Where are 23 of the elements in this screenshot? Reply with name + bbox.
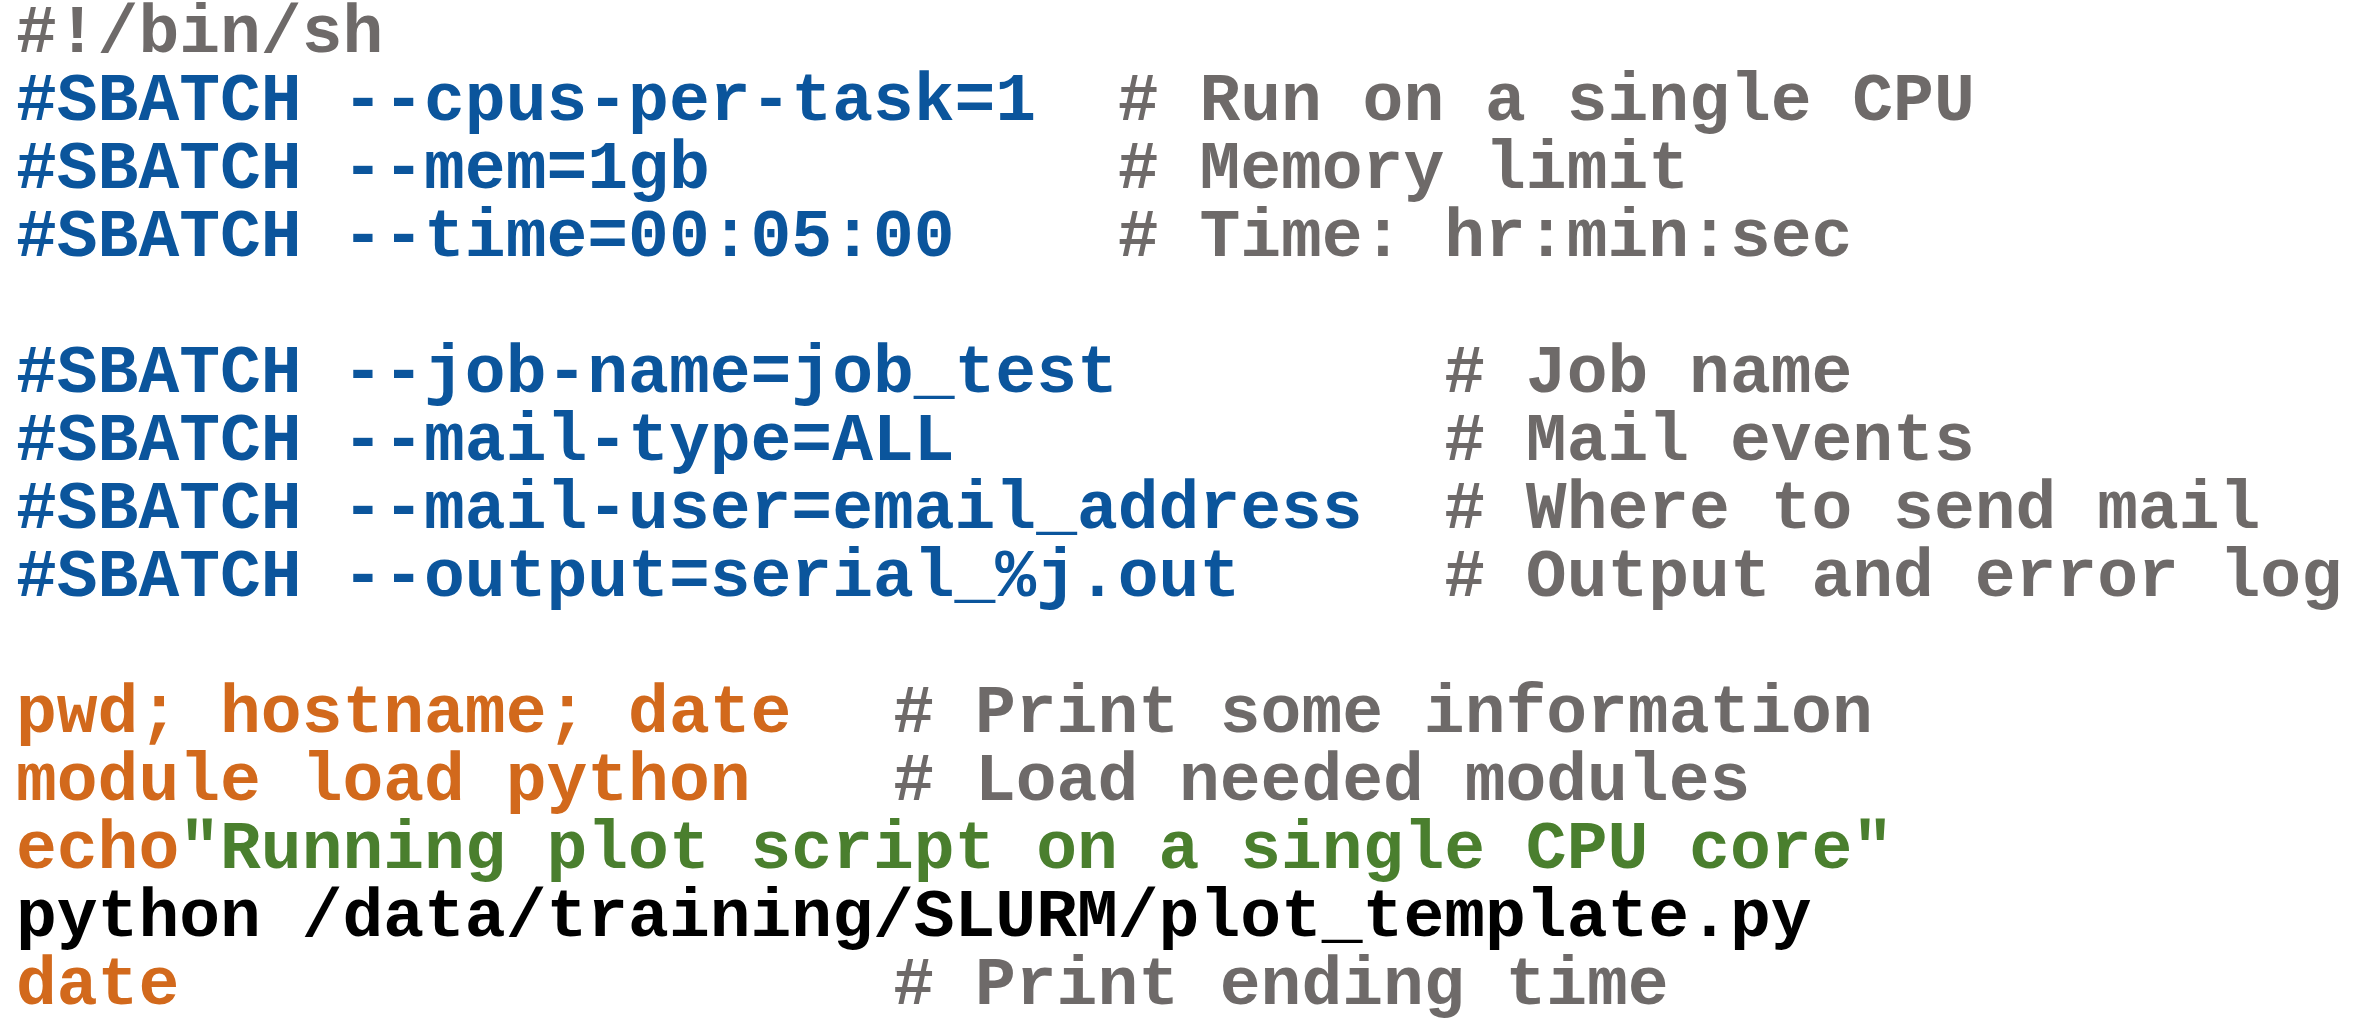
code-comment: # Print ending time [893, 952, 1669, 1020]
code-text: #SBATCH --job-name=job_test [16, 340, 1118, 408]
code-text: #SBATCH --mail-type=ALL [16, 408, 955, 476]
code-text: #SBATCH --mail-user=email_address [16, 476, 1363, 544]
code-text: pwd; hostname; date [16, 680, 792, 748]
code-text: #SBATCH --output=serial_%j.out [16, 544, 1241, 612]
code-text: module load python [16, 748, 751, 816]
code-comment: # Where to send mail [1444, 476, 2261, 544]
code-comment: # Mail events [1444, 408, 1975, 476]
code-comment: # Time: hr:min:sec [1117, 204, 1853, 272]
code-text: python /data/training/SLURM/plot_template.py [16, 884, 1812, 952]
code-text: date [16, 952, 180, 1020]
code-text: #SBATCH --mem=1gb [16, 136, 710, 204]
code-text: #!/bin/sh [16, 0, 384, 68]
code-comment: # Print some information [893, 680, 1873, 748]
code-comment: # Run on a single CPU [1117, 68, 1975, 136]
code-comment: # Memory limit [1117, 136, 1690, 204]
code-comment: # Job name [1444, 340, 1853, 408]
code-text: #SBATCH --cpus-per-task=1 [16, 68, 1037, 136]
code-text: echo"Running plot script on a single CPU core" [16, 816, 1894, 884]
code-comment: # Output and error log [1444, 544, 2342, 612]
code-text: #SBATCH --time=00:05:00 [16, 204, 955, 272]
code-comment: # Load needed modules [893, 748, 1751, 816]
